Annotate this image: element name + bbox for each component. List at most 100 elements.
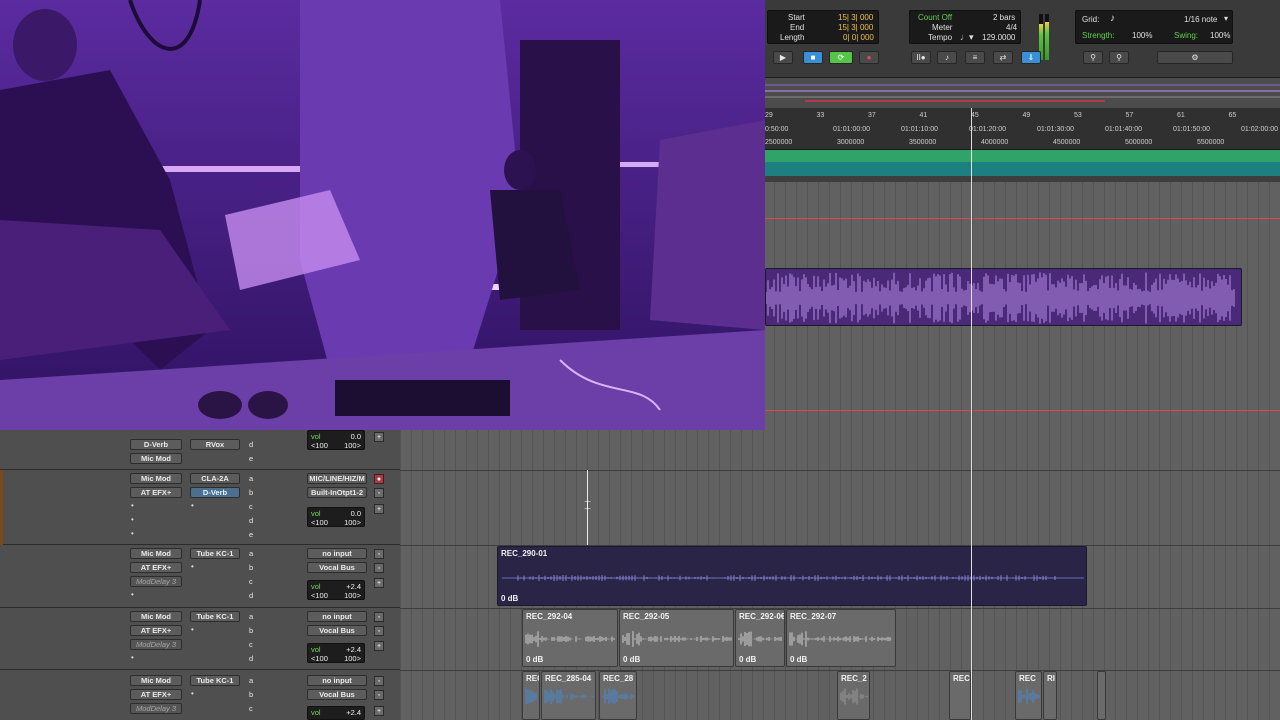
output-selector[interactable]: Vocal Bus bbox=[307, 689, 367, 700]
tempo-ruler[interactable] bbox=[765, 162, 1280, 176]
swing-value[interactable]: 100% bbox=[1210, 31, 1230, 40]
insert-slot[interactable]: Mic Mod bbox=[130, 675, 182, 686]
pause-record-icon[interactable]: II● bbox=[911, 51, 931, 64]
insert-slot[interactable]: Tube KC-1 bbox=[190, 675, 240, 686]
play-icon[interactable]: ▶ bbox=[773, 51, 793, 64]
output-selector[interactable]: Vocal Bus bbox=[307, 625, 367, 636]
send-slot[interactable]: b bbox=[249, 626, 253, 635]
session-overview[interactable] bbox=[765, 78, 1280, 108]
volume-display[interactable]: vol 0.0 <100 100> bbox=[307, 430, 365, 450]
audio-clip[interactable]: REC_292-05 0 dB bbox=[619, 609, 734, 667]
add-icon[interactable]: + bbox=[374, 432, 384, 442]
tempo-value[interactable]: 129.0000 bbox=[982, 33, 1015, 42]
insert-slot[interactable]: Mic Mod bbox=[130, 611, 182, 622]
zoom-icon[interactable]: ⚲ bbox=[1083, 51, 1103, 64]
audio-clip[interactable]: REC bbox=[522, 671, 540, 720]
send-slot[interactable]: b bbox=[249, 563, 253, 572]
audio-clip[interactable] bbox=[1097, 671, 1106, 720]
start-value[interactable]: 15| 3| 000 bbox=[838, 13, 873, 22]
send-slot[interactable]: a bbox=[249, 612, 253, 621]
insert-slot[interactable]: AT EFX+ bbox=[130, 625, 182, 636]
input-selector[interactable]: no input bbox=[307, 548, 367, 559]
output-selector[interactable]: Vocal Bus bbox=[307, 562, 367, 573]
insert-slot[interactable]: ModDelay 3 bbox=[130, 703, 182, 714]
audio-clip[interactable]: REC bbox=[1015, 671, 1042, 720]
countoff-label[interactable]: Count Off bbox=[918, 13, 952, 22]
timeline-ruler[interactable]: 29 33 37 41 45 49 53 57 61 65 0:50:00 01:01:00:00 0… bbox=[765, 108, 1280, 150]
insert-slot[interactable]: AT EFX+ bbox=[130, 562, 182, 573]
audio-clip[interactable]: REC_2 bbox=[837, 671, 870, 720]
insert-slot[interactable]: D-Verb bbox=[190, 487, 240, 498]
volume-display[interactable]: vol +2.4 bbox=[307, 706, 365, 720]
input-monitor-icon[interactable]: ◦ bbox=[374, 563, 384, 573]
audio-clip[interactable]: REC_285-04 bbox=[541, 671, 596, 720]
insert-slot[interactable]: AT EFX+ bbox=[130, 689, 182, 700]
send-slot[interactable]: d bbox=[249, 440, 253, 449]
audio-clip[interactable]: REC_292-07 0 dB bbox=[786, 609, 896, 667]
input-monitor-icon[interactable]: ◦ bbox=[374, 488, 384, 498]
swing-label[interactable]: Swing: bbox=[1174, 31, 1198, 40]
grid-value[interactable]: 1/16 note bbox=[1184, 15, 1217, 24]
add-icon[interactable]: + bbox=[374, 706, 384, 716]
send-slot[interactable]: a bbox=[249, 549, 253, 558]
send-slot[interactable]: d bbox=[249, 654, 253, 663]
midi-merge-icon[interactable]: ⇓ bbox=[1021, 51, 1041, 64]
audio-clip[interactable]: REC_290-01 0 dB bbox=[497, 546, 1087, 606]
audio-clip[interactable]: REC bbox=[949, 671, 971, 720]
send-slot[interactable]: b bbox=[249, 488, 253, 497]
insert-slot[interactable]: Mic Mod bbox=[130, 453, 182, 464]
record-enable-icon[interactable]: ◦ bbox=[374, 549, 384, 559]
insert-slot[interactable]: ModDelay 3 bbox=[130, 576, 182, 587]
sync-icon[interactable]: ⇄ bbox=[993, 51, 1013, 64]
selection-display[interactable]: Start 15| 3| 000 End 15| 3| 000 Length 0… bbox=[767, 10, 879, 44]
insert-slot[interactable]: Tube KC-1 bbox=[190, 548, 240, 559]
volume-display[interactable]: vol 0.0 <100 100> bbox=[307, 507, 365, 527]
record-enable-icon[interactable]: ● bbox=[374, 474, 384, 484]
audio-clip[interactable]: REC_292-0€ 0 dB bbox=[735, 609, 785, 667]
strength-label[interactable]: Strength: bbox=[1082, 31, 1114, 40]
add-icon[interactable]: + bbox=[374, 578, 384, 588]
strength-value[interactable]: 100% bbox=[1132, 31, 1152, 40]
playhead-cursor[interactable] bbox=[971, 108, 972, 720]
send-slot[interactable]: c bbox=[249, 640, 253, 649]
input-selector[interactable]: no input bbox=[307, 611, 367, 622]
insert-slot[interactable]: ModDelay 3 bbox=[130, 639, 182, 650]
meter-value[interactable]: 4/4 bbox=[1006, 23, 1017, 32]
audio-clip-upper[interactable] bbox=[765, 268, 1242, 326]
input-monitor-icon[interactable]: ◦ bbox=[374, 626, 384, 636]
end-value[interactable]: 15| 3| 000 bbox=[838, 23, 873, 32]
output-selector[interactable]: Built-InOtpt1-2 bbox=[307, 487, 367, 498]
insert-slot[interactable]: RVox bbox=[190, 439, 240, 450]
send-slot[interactable]: c bbox=[249, 577, 253, 586]
insert-slot[interactable]: Mic Mod bbox=[130, 473, 182, 484]
input-selector[interactable]: no input bbox=[307, 675, 367, 686]
tempo-display[interactable]: Count Off 2 bars Meter 4/4 Tempo ♩▾ 129.… bbox=[909, 10, 1021, 44]
audio-clip[interactable]: RI bbox=[1043, 671, 1057, 720]
record-enable-icon[interactable]: ◦ bbox=[374, 676, 384, 686]
add-icon[interactable]: + bbox=[374, 504, 384, 514]
audio-clip[interactable]: REC_292-04 0 dB bbox=[522, 609, 618, 667]
metronome-icon[interactable]: ♪ bbox=[937, 51, 957, 64]
send-slot[interactable]: a bbox=[249, 676, 253, 685]
record-icon[interactable]: ● bbox=[859, 51, 879, 64]
add-icon[interactable]: + bbox=[374, 641, 384, 651]
input-monitor-icon[interactable]: ◦ bbox=[374, 690, 384, 700]
stop-icon[interactable]: ■ bbox=[803, 51, 823, 64]
grid-display[interactable]: Grid: ♪ 1/16 note ▾ Strength: 100% Swing… bbox=[1075, 10, 1233, 44]
chevron-down-icon[interactable]: ▾ bbox=[1224, 14, 1228, 23]
record-enable-icon[interactable]: ◦ bbox=[374, 612, 384, 622]
zoom-out-icon[interactable]: ⚲ bbox=[1109, 51, 1129, 64]
insert-slot[interactable]: D-Verb bbox=[130, 439, 182, 450]
input-selector[interactable]: MIC/LINE/HIZ/M bbox=[307, 473, 367, 484]
send-slot[interactable]: d bbox=[249, 591, 253, 600]
length-value[interactable]: 0| 0| 000 bbox=[843, 33, 874, 42]
volume-display[interactable]: vol +2.4 <100 100> bbox=[307, 580, 365, 600]
send-slot[interactable]: d bbox=[249, 516, 253, 525]
insert-slot[interactable]: AT EFX+ bbox=[130, 487, 182, 498]
send-slot[interactable]: e bbox=[249, 530, 253, 539]
send-slot[interactable]: a bbox=[249, 474, 253, 483]
loop-icon[interactable]: ⟳ bbox=[829, 51, 853, 64]
send-slot[interactable]: c bbox=[249, 704, 253, 713]
settings-icon[interactable]: ⚙ bbox=[1157, 51, 1233, 64]
volume-display[interactable]: vol +2.4 <100 100> bbox=[307, 643, 365, 663]
